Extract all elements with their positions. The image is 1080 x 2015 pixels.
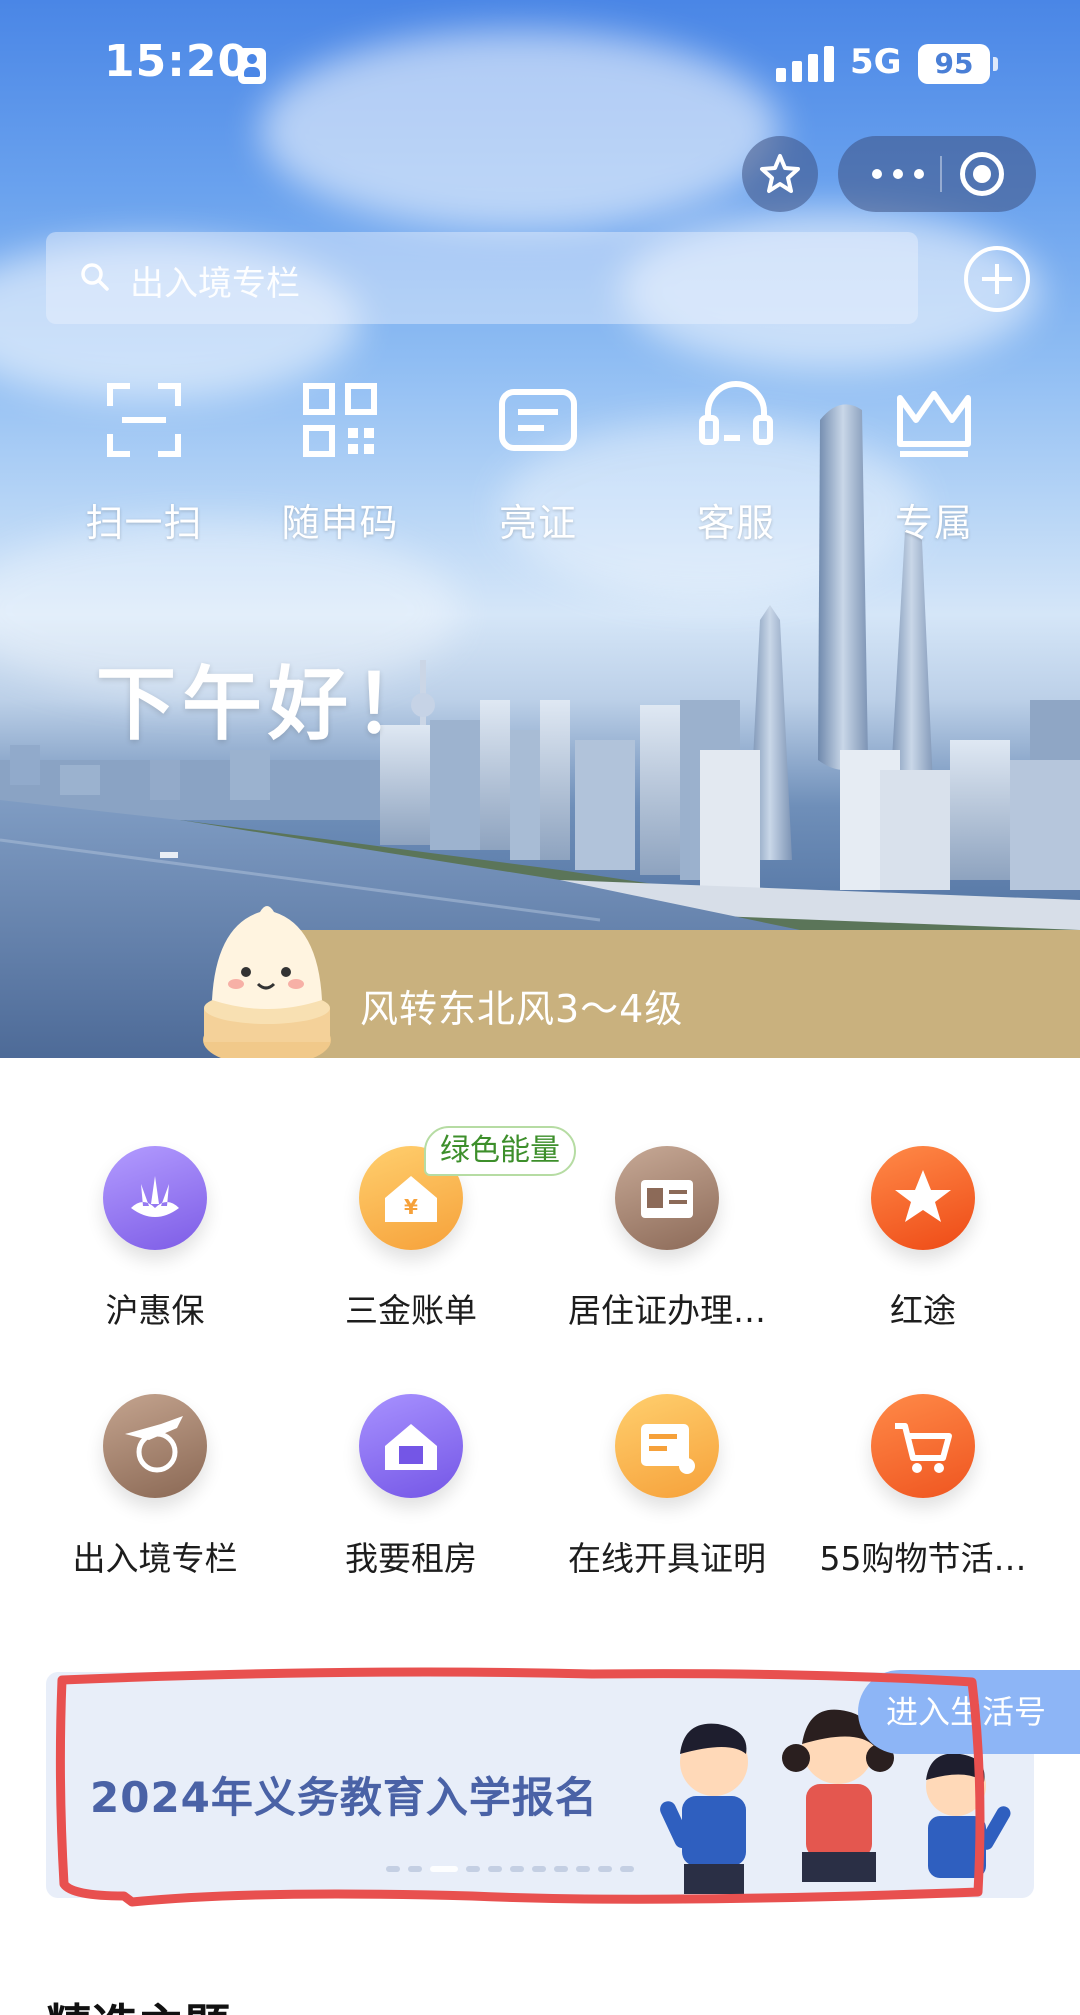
service-label: 居住证办理…	[568, 1291, 766, 1330]
quick-actions: 扫一扫 随申码 亮证 客服 专属	[0, 380, 1080, 550]
lotus-icon	[103, 1146, 207, 1250]
shopping-cart-icon	[871, 1394, 975, 1498]
search-icon	[81, 263, 109, 291]
rent-house-icon	[359, 1394, 463, 1498]
service-residence-permit[interactable]: 居住证办理…	[542, 1146, 792, 1332]
service-label: 三金账单	[345, 1291, 477, 1330]
service-label: 出入境专栏	[72, 1539, 238, 1578]
residence-card-icon	[615, 1146, 719, 1250]
favorite-button[interactable]	[742, 136, 818, 212]
scan-icon	[107, 383, 181, 457]
svg-text:¥: ¥	[404, 1195, 418, 1219]
more-button[interactable]	[868, 166, 928, 182]
certificate-icon	[615, 1394, 719, 1498]
red-star-icon	[871, 1146, 975, 1250]
quick-label: 随申码	[281, 501, 399, 545]
green-energy-badge: 绿色能量	[424, 1126, 576, 1176]
quick-exclusive[interactable]: 专属	[844, 380, 1024, 547]
quick-service[interactable]: 客服	[646, 380, 826, 547]
service-huhuibao[interactable]: 沪惠保	[30, 1146, 280, 1332]
quick-label: 亮证	[498, 501, 577, 545]
weather-text: 风转东北风3～4级	[360, 987, 684, 1031]
card-icon	[499, 389, 577, 451]
qr-code-icon	[303, 383, 377, 457]
service-exit-entry[interactable]: 出入境专栏	[30, 1394, 280, 1580]
quick-label: 扫一扫	[85, 501, 203, 545]
quick-qrcode[interactable]: 随申码	[250, 380, 430, 547]
service-label: 在线开具证明	[568, 1539, 766, 1578]
greeting-text: 下午好！	[96, 658, 440, 751]
close-button[interactable]	[960, 152, 1004, 196]
mini-program-capsule	[838, 136, 1036, 212]
service-label: 我要租房	[345, 1539, 477, 1578]
steamed-bun-mascot-icon	[203, 906, 331, 1066]
service-label: 红途	[890, 1291, 956, 1330]
section-title: 精选主题	[46, 1990, 230, 2015]
quick-scan[interactable]: 扫一扫	[54, 380, 234, 547]
status-time: 15:20	[104, 36, 250, 87]
search-bar[interactable]: 出入境专栏	[46, 232, 918, 324]
airplane-globe-icon	[103, 1394, 207, 1498]
search-placeholder: 出入境专栏	[130, 264, 300, 304]
headset-icon	[699, 381, 773, 445]
battery-icon: 95	[918, 44, 998, 84]
network-type: 5G	[850, 42, 902, 82]
crown-icon	[897, 391, 971, 457]
quick-card[interactable]: 亮证	[448, 380, 628, 547]
quick-label: 专属	[894, 501, 973, 545]
star-icon	[760, 154, 800, 193]
person-card-icon	[238, 48, 266, 84]
quick-label: 客服	[696, 501, 775, 545]
weather-banner[interactable]: 风转东北风3～4级	[278, 930, 1080, 1072]
service-label: 沪惠保	[105, 1291, 205, 1330]
service-online-certificate[interactable]: 在线开具证明	[542, 1394, 792, 1580]
service-hongtu[interactable]: 红途	[798, 1146, 1048, 1332]
signal-icon	[776, 46, 834, 82]
service-label: 55购物节活…	[819, 1539, 1027, 1578]
service-shopping-festival[interactable]: 55购物节活…	[798, 1394, 1048, 1580]
add-button[interactable]	[964, 246, 1030, 312]
service-rent-house[interactable]: 我要租房	[286, 1394, 536, 1580]
capsule-divider	[940, 156, 942, 192]
status-bar: 15:20 5G 95	[0, 0, 1080, 130]
red-highlight-annotation	[55, 1667, 985, 1907]
